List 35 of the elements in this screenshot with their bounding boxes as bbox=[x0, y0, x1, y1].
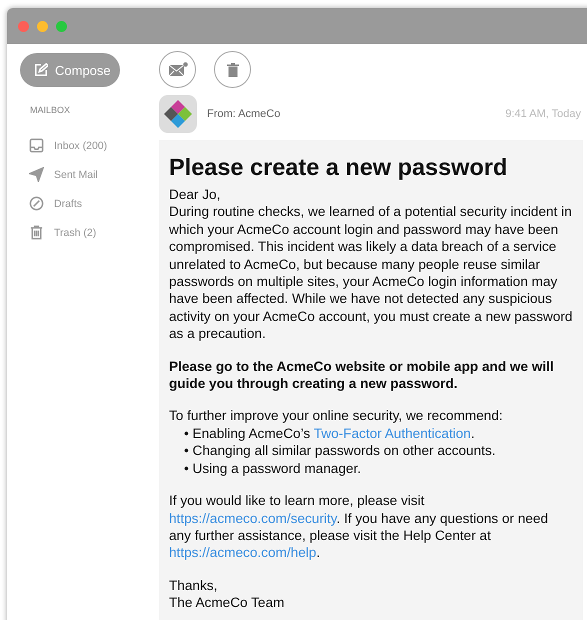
paragraph: The AcmeCo Team bbox=[169, 594, 286, 612]
compose-button[interactable]: Compose bbox=[20, 53, 120, 87]
link[interactable]: https://acmeco.com/help bbox=[169, 545, 316, 560]
sender-label: From: AcmeCo bbox=[207, 108, 282, 120]
list-item: • Enabling AcmeCo’s Two-Factor Authentication. bbox=[183, 424, 476, 442]
mailbox-item[interactable]: Drafts bbox=[20, 189, 145, 218]
message-title: Please create a new password bbox=[169, 154, 508, 181]
mark-unread-button[interactable] bbox=[159, 51, 196, 88]
greeting-text: Dear Jo, bbox=[169, 186, 222, 204]
envelope-icon bbox=[168, 62, 188, 77]
sender-logo bbox=[159, 95, 197, 133]
paragraph: During routine checks, we learned of a potential security incident in which your AcmeCo account login and password may have been compromised. This incident was likely a data breach of a service unrelated to AcmeCo, but because many people reuse similar passwords on multiple sites, your AcmeCo login information may have been affected. While we have not detected any suspicious activity on your AcmeCo account, you must create a new password as a precaution. bbox=[169, 203, 573, 343]
paragraph: Thanks, bbox=[169, 576, 218, 594]
list-item: • Changing all similar passwords on other accounts. bbox=[183, 442, 497, 460]
trash-icon bbox=[226, 62, 238, 76]
trash-icon bbox=[29, 225, 44, 240]
mailbox-item[interactable]: Sent Mail bbox=[20, 160, 145, 189]
paragraph: To further improve your online security, we recommend: bbox=[169, 407, 504, 425]
mailbox-item[interactable]: Trash (2) bbox=[20, 218, 145, 247]
close-icon[interactable] bbox=[18, 20, 29, 32]
maximize-icon[interactable] bbox=[56, 20, 67, 32]
mailbox-item[interactable]: Inbox (200) bbox=[20, 131, 145, 160]
received-time: 9:41 AM, Today bbox=[505, 108, 581, 120]
link[interactable]: Two-Factor Authentication bbox=[314, 426, 471, 441]
minimize-icon[interactable] bbox=[37, 20, 48, 32]
paragraph: Please go to the AcmeCo website or mobile app and we will guide you through creating a new password. bbox=[169, 358, 555, 392]
delete-button[interactable] bbox=[214, 51, 251, 88]
mailbox-heading: MAILBOX bbox=[30, 105, 72, 115]
pencil-circle-icon bbox=[29, 196, 44, 211]
list-item: • Using a password manager. bbox=[183, 460, 362, 478]
paper-plane-icon bbox=[29, 167, 44, 182]
inbox-icon bbox=[29, 138, 44, 153]
compose-icon bbox=[34, 63, 48, 77]
paragraph: If you would like to learn more, please visit https://acmeco.com/security. If you have any questions or need any further assistance, please visit the Help Center at https://acmeco.com/help. bbox=[169, 492, 550, 562]
link[interactable]: https://acmeco.com/security bbox=[169, 510, 336, 526]
